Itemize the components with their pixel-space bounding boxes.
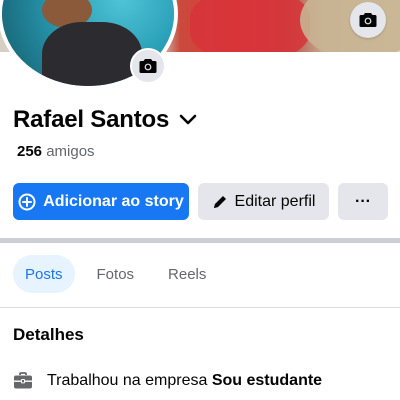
more-options-label: ···: [355, 192, 371, 210]
pencil-icon: [213, 195, 226, 208]
tabs-divider: [0, 307, 400, 308]
chevron-down-icon[interactable]: [179, 114, 197, 126]
section-separator: [0, 238, 400, 243]
more-options-button[interactable]: ···: [338, 183, 388, 220]
tab-posts[interactable]: Posts: [13, 255, 75, 293]
work-value[interactable]: Sou estudante: [212, 372, 322, 389]
cover-photo-region: [300, 0, 400, 52]
cover-photo-camera-button[interactable]: [350, 2, 386, 38]
camera-icon: [139, 59, 157, 73]
plus-circle-icon: [18, 193, 36, 210]
work-detail-row: Trabalhou na empresa Sou estudante: [13, 372, 322, 390]
profile-name-row[interactable]: Rafael Santos: [13, 106, 197, 134]
tab-photos[interactable]: Fotos: [85, 255, 147, 293]
add-to-story-button[interactable]: Adicionar ao story: [13, 183, 189, 220]
friends-number: 256: [17, 143, 43, 160]
edit-profile-label: Editar perfil: [234, 192, 316, 210]
profile-picture-camera-button[interactable]: [130, 48, 166, 84]
add-to-story-label: Adicionar ao story: [43, 192, 184, 210]
friends-label: amigos: [46, 143, 95, 160]
edit-profile-button[interactable]: Editar perfil: [198, 183, 329, 220]
tab-reels[interactable]: Reels: [156, 255, 218, 293]
profile-picture-body: [42, 22, 142, 86]
briefcase-icon: [14, 372, 32, 389]
camera-icon: [359, 13, 377, 27]
cover-photo-region: [190, 0, 310, 52]
friends-count[interactable]: 256 amigos: [17, 143, 95, 160]
profile-name: Rafael Santos: [13, 106, 170, 133]
details-title: Detalhes: [13, 325, 84, 344]
work-prefix: Trabalhou na empresa: [47, 372, 208, 389]
profile-tabs: Posts Fotos Reels: [13, 255, 218, 293]
